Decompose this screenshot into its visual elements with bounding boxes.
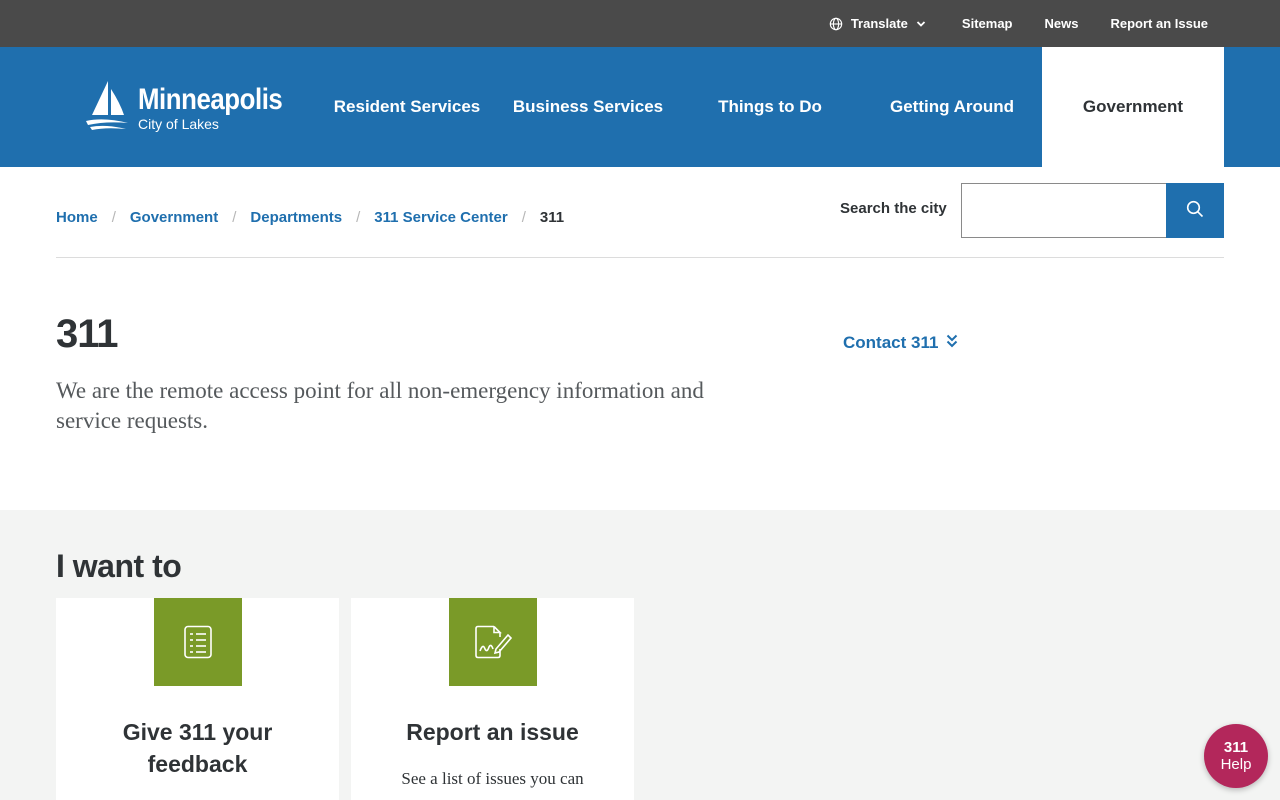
card-title: Report an issue [406,719,579,745]
utility-bar: Translate Sitemap News Report an Issue [0,0,1280,47]
breadcrumb-separator: / [232,209,237,226]
contact-311-link[interactable]: Contact 311 [843,333,958,353]
311-help-button[interactable]: 311 Help [1204,724,1268,788]
breadcrumb: Home / Government / Departments / 311 Se… [56,209,564,226]
translate-label: Translate [850,16,908,31]
list-document-icon [154,598,242,686]
main-nav: Resident Services Business Services Thin… [316,47,1224,167]
card-title: Give 311 your feedback [122,719,273,777]
contact-311-label: Contact 311 [843,333,939,352]
help-number: 311 [1223,739,1249,756]
card-description: See a list of issues you can [401,769,584,788]
logo-tagline: City of Lakes [138,116,219,132]
nav-resident-services[interactable]: Resident Services [316,47,498,167]
globe-icon [829,17,843,31]
translate-menu[interactable]: Translate [829,16,926,31]
news-link[interactable]: News [1045,16,1079,31]
breadcrumb-separator: / [111,209,116,226]
section-title: I want to [56,548,182,584]
breadcrumb-separator: / [521,209,526,226]
city-logo[interactable]: Minneapolis City of Lakes [84,79,306,133]
logo-text: Minneapolis City of Lakes [138,85,306,133]
breadcrumb-home[interactable]: Home [56,209,98,226]
search-button[interactable] [1166,183,1224,238]
nav-government[interactable]: Government [1042,47,1224,167]
double-chevron-down-icon [938,333,958,353]
search-input[interactable] [961,183,1167,238]
nav-business-services[interactable]: Business Services [498,47,678,167]
report-issue-link[interactable]: Report an Issue [1110,16,1208,31]
breadcrumb-separator: / [356,209,361,226]
signed-document-icon [449,598,537,686]
chevron-down-icon [916,20,926,28]
logo-name: Minneapolis [138,83,283,116]
i-want-to-section: I want to Give 311 your feedback Report … [0,510,1280,800]
main-header: Minneapolis City of Lakes Resident Servi… [0,47,1280,167]
card-report-issue[interactable]: Report an issue See a list of issues you… [351,598,634,800]
help-label: Help [1220,756,1252,773]
sitemap-link[interactable]: Sitemap [962,16,1013,31]
breadcrumb-government[interactable]: Government [130,209,218,226]
nav-things-to-do[interactable]: Things to Do [678,47,862,167]
card-give-feedback[interactable]: Give 311 your feedback [56,598,339,800]
search-icon [1186,200,1204,221]
breadcrumb-current: 311 [539,209,565,226]
breadcrumb-311-service-center[interactable]: 311 Service Center [374,209,507,226]
search-label: Search the city [840,200,947,217]
page-title: 311 [56,312,119,356]
nav-getting-around[interactable]: Getting Around [862,47,1042,167]
sailboat-logo-icon [84,79,130,133]
breadcrumb-search-row: Home / Government / Departments / 311 Se… [56,167,1224,258]
breadcrumb-departments[interactable]: Departments [250,209,342,226]
page-description: We are the remote access point for all n… [56,378,704,433]
